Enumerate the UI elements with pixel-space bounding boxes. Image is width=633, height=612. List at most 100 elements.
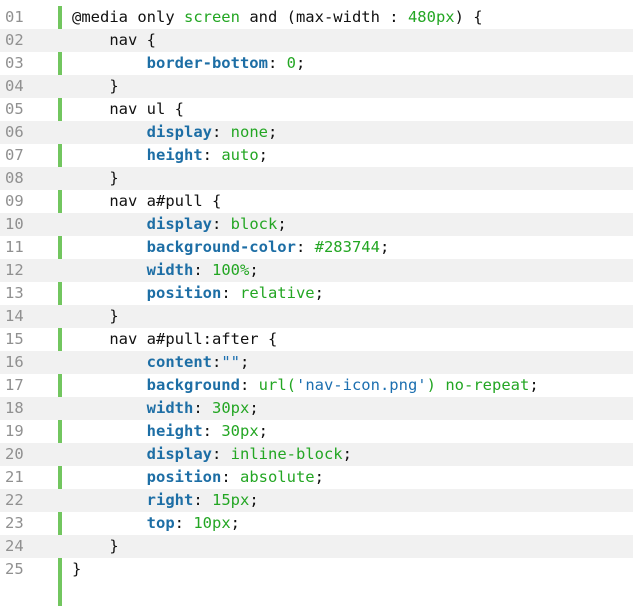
line-number: 08 [5, 169, 24, 187]
code-token-prop: display [146, 123, 212, 141]
line-number: 21 [5, 468, 24, 486]
code-token-plain: : [211, 353, 222, 371]
line-content: height: auto; [50, 144, 633, 167]
code-token-plain: ; [249, 491, 259, 509]
code-line: 16 content:""; [0, 351, 633, 374]
code-token-prop: background [146, 376, 240, 394]
code-token-plain: ; [230, 514, 240, 532]
line-number: 20 [5, 445, 24, 463]
line-number: 16 [5, 353, 24, 371]
code-token-value: 30px [221, 422, 259, 440]
code-token-prop: width [146, 261, 194, 279]
code-token-plain: ; [240, 353, 250, 371]
code-token-plain: } [72, 560, 82, 578]
code-token-prop: content [146, 353, 212, 371]
line-content: top: 10px; [50, 512, 633, 535]
code-token-plain: ; [258, 422, 268, 440]
code-token-value: 480px [407, 8, 455, 26]
line-content: background: url('nav-icon.png') no-repea… [50, 374, 633, 397]
line-content: width: 30px; [50, 397, 633, 420]
line-content: display: inline-block; [50, 443, 633, 466]
code-token-plain: : [211, 123, 231, 141]
code-token-value: url( [258, 376, 296, 394]
code-line: 12 width: 100%; [0, 259, 633, 282]
line-content: display: none; [50, 121, 633, 144]
line-number: 01 [5, 8, 24, 26]
code-line: 20 display: inline-block; [0, 443, 633, 466]
code-token-plain: ; [277, 215, 287, 233]
code-line: 02 nav { [0, 29, 633, 52]
code-token-plain: : [202, 422, 222, 440]
line-content: display: block; [50, 213, 633, 236]
code-token-plain: : [211, 445, 231, 463]
line-content: position: relative; [50, 282, 633, 305]
code-token-plain: nav { [72, 31, 156, 49]
code-line: 23 top: 10px; [0, 512, 633, 535]
code-token-plain: ; [267, 123, 278, 141]
code-line: 25} [0, 558, 633, 581]
code-token-plain: @media only [72, 8, 184, 26]
code-token-plain: ; [258, 146, 268, 164]
code-line: 22 right: 15px; [0, 489, 633, 512]
code-token-plain: ; [379, 238, 390, 256]
code-line: 01 @media only screen and (max-width : 48… [0, 6, 633, 29]
code-token-value: relative [239, 284, 315, 302]
line-number: 18 [5, 399, 24, 417]
code-token-plain: : [193, 399, 212, 417]
line-content: border-bottom: 0; [50, 52, 633, 75]
code-viewer: 01 @media only screen and (max-width : 48… [0, 0, 633, 612]
line-content: } [50, 305, 633, 328]
code-token-plain: ; [529, 376, 539, 394]
code-token-plain: : [193, 261, 212, 279]
code-token-prop: right [146, 491, 194, 509]
code-token-value: 100% [212, 261, 250, 279]
code-token-string: 'nav-icon.png' [295, 376, 427, 394]
line-content: } [50, 75, 633, 98]
code-token-value: absolute [239, 468, 315, 486]
code-token-value: none [230, 123, 268, 141]
code-token-plain: and (max-width : [239, 8, 408, 26]
code-token-prop: top [146, 514, 175, 532]
line-number: 04 [5, 77, 24, 95]
code-line: 06 display: none; [0, 121, 633, 144]
code-token-plain: ; [314, 468, 324, 486]
code-token-plain: : [221, 284, 240, 302]
code-token-value: 30px [212, 399, 250, 417]
code-token-plain: ; [249, 261, 259, 279]
code-token-plain: } [72, 537, 119, 555]
code-token-plain: : [174, 514, 194, 532]
line-number: 10 [5, 215, 24, 233]
code-token-plain: } [72, 169, 119, 187]
code-token-prop: position [146, 284, 222, 302]
line-number: 09 [5, 192, 24, 210]
line-number: 11 [5, 238, 24, 256]
code-line: 15 nav a#pull:after { [0, 328, 633, 351]
line-number: 03 [5, 54, 24, 72]
line-content: height: 30px; [50, 420, 633, 443]
code-token-prop: background-color [146, 238, 296, 256]
line-number: 24 [5, 537, 24, 555]
line-content: } [50, 167, 633, 190]
code-token-prop: height [146, 422, 203, 440]
code-token-value: block [230, 215, 278, 233]
code-line: 03 border-bottom: 0; [0, 52, 633, 75]
code-token-plain: nav a#pull:after { [72, 330, 278, 348]
code-token-plain: ; [249, 399, 259, 417]
line-number: 12 [5, 261, 24, 279]
line-number: 14 [5, 307, 24, 325]
code-line: 19 height: 30px; [0, 420, 633, 443]
line-content: } [50, 535, 633, 558]
line-content: nav { [50, 29, 633, 52]
code-token-prop: display [146, 215, 212, 233]
code-token-prop: display [146, 445, 212, 463]
code-token-prop: border-bottom [146, 54, 268, 72]
code-line: 11 background-color: #283744; [0, 236, 633, 259]
